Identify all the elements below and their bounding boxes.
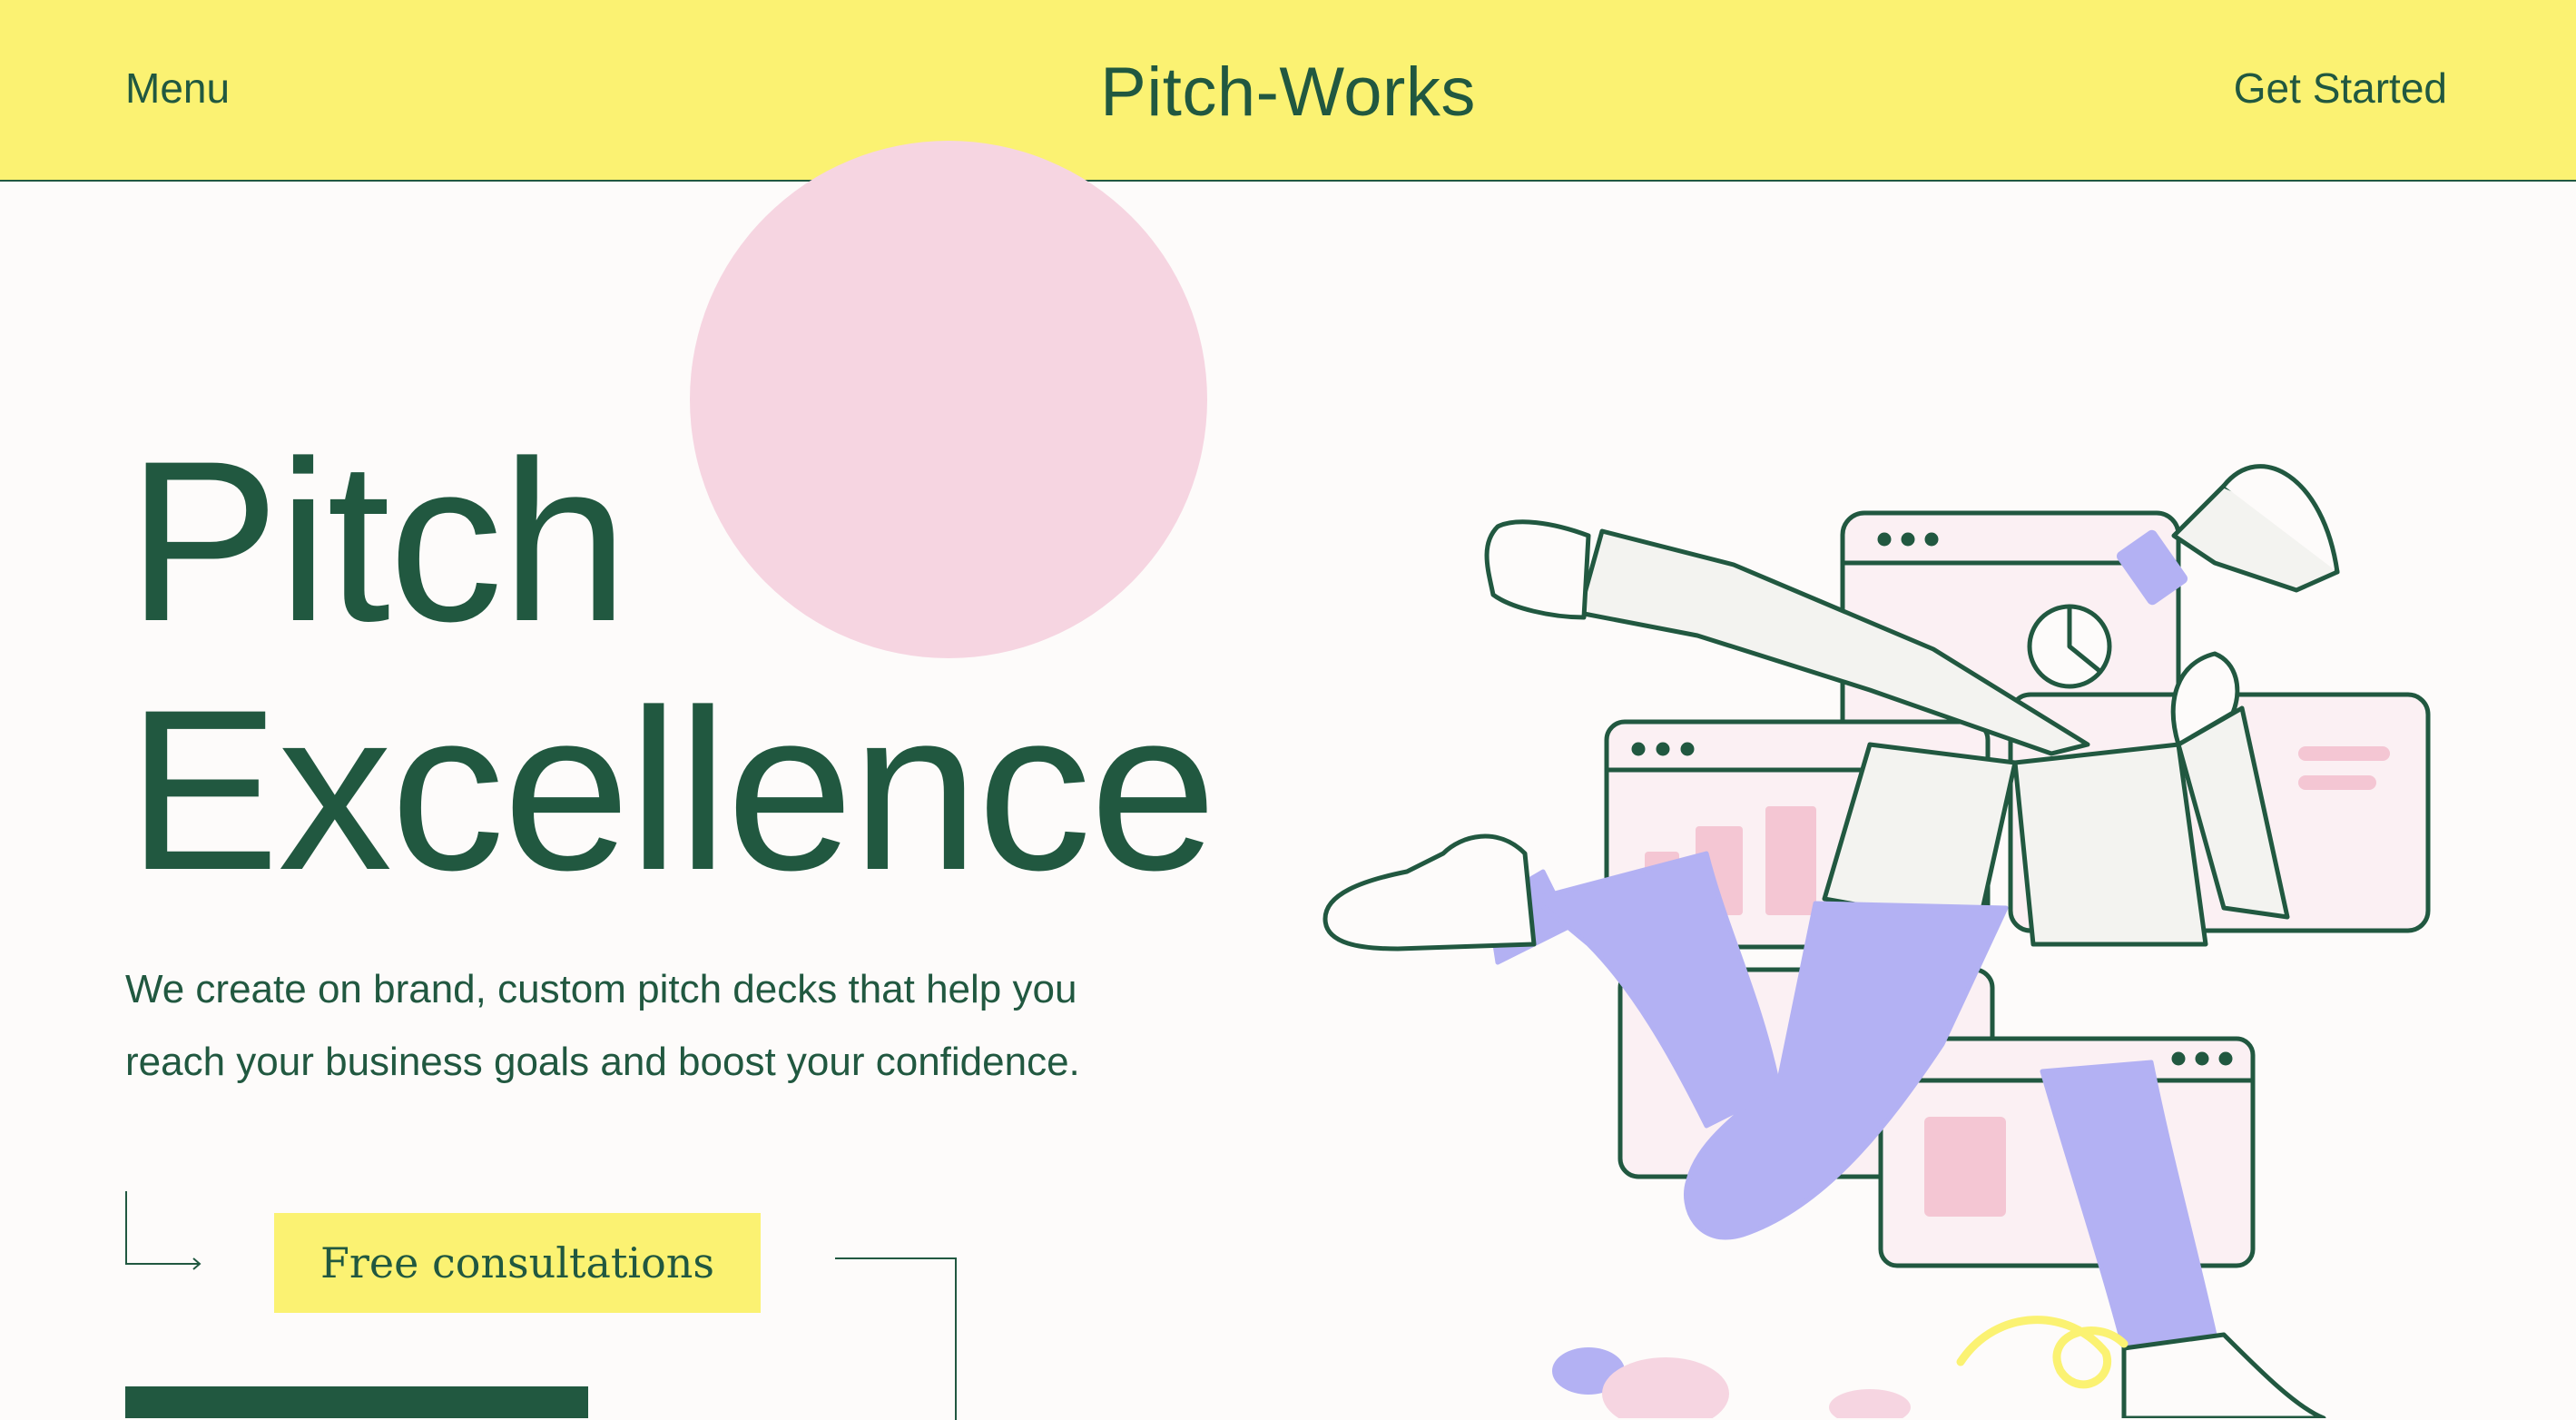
hero-description: We create on brand, custom pitch decks t… <box>125 967 1080 1084</box>
figure-with-megaphone-illustration <box>1322 464 2431 1418</box>
top-navigation-bar: Menu Pitch-Works Get Started <box>0 0 2576 182</box>
get-started-link[interactable]: Get Started <box>2234 64 2447 113</box>
secondary-cta-button[interactable] <box>125 1386 588 1418</box>
decorative-corner-line <box>835 1257 957 1420</box>
headline-line-2: Excellence <box>127 663 1217 918</box>
brand-logo[interactable]: Pitch-Works <box>0 53 2576 132</box>
headline-line-1: Pitch <box>127 414 628 669</box>
corner-arrow-icon <box>125 1191 202 1270</box>
hero-headline: Pitch Excellence <box>127 414 1217 918</box>
free-consultations-button[interactable]: Free consultations <box>274 1213 761 1313</box>
